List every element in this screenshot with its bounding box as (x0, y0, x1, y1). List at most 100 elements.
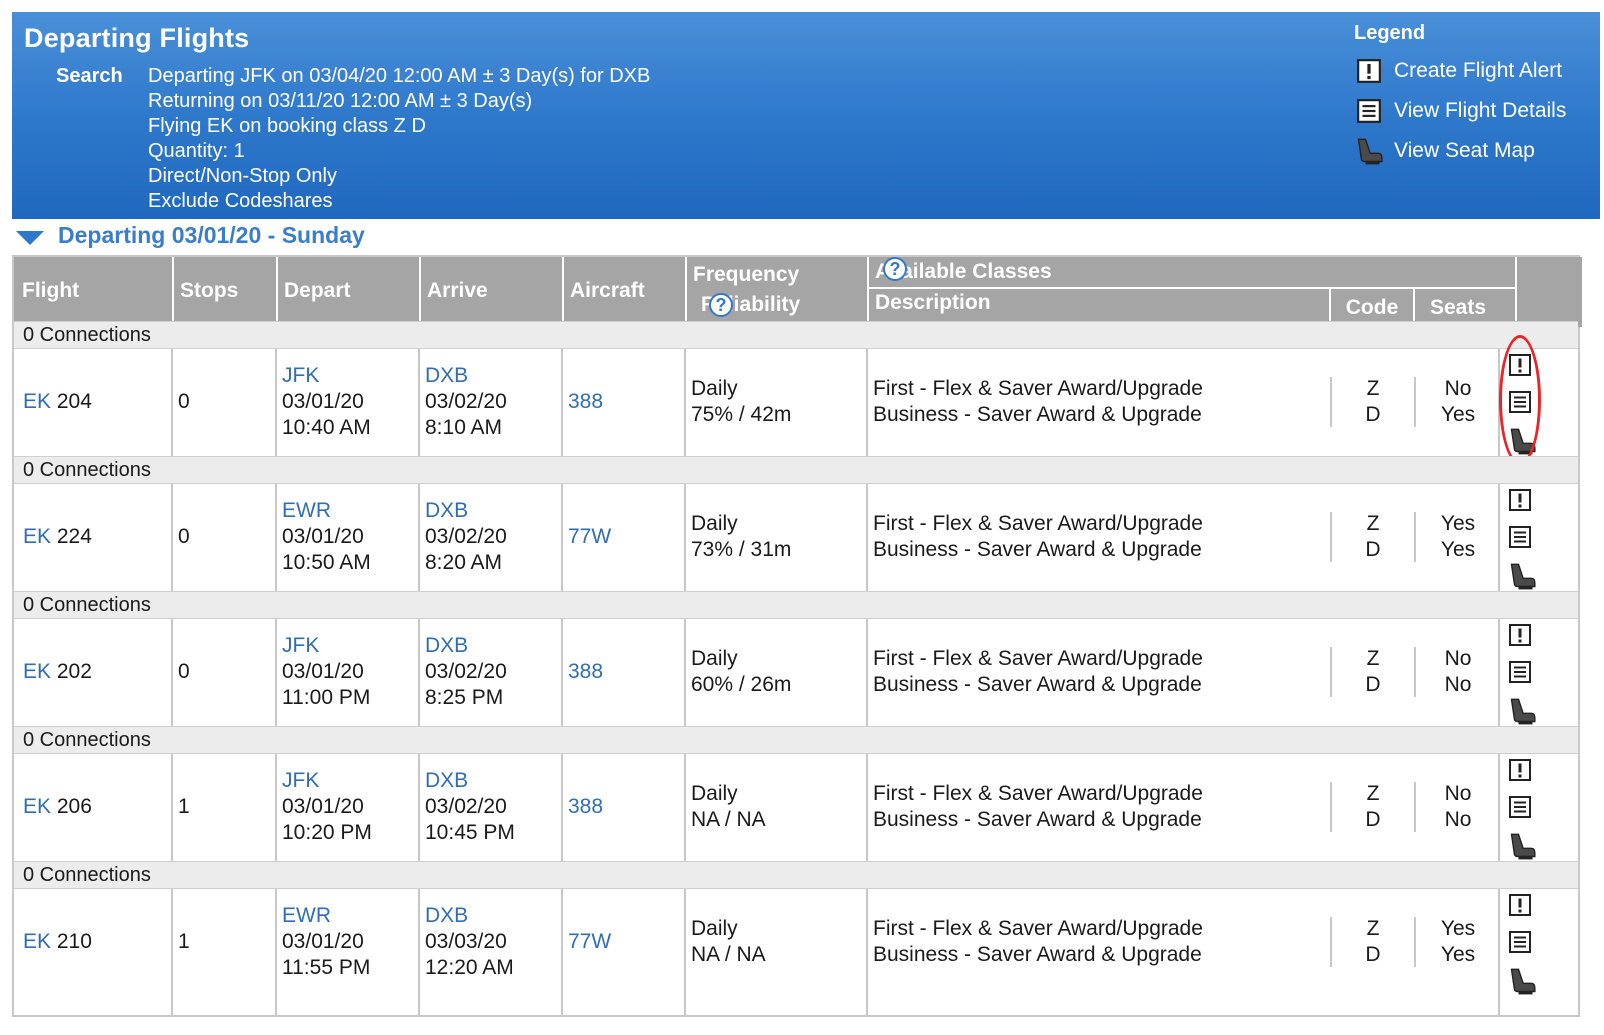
class-description: First - Flex & Saver Award/Upgrade Busin… (873, 782, 1203, 831)
search-line: Exclude Codeshares (148, 190, 333, 212)
depart-cell: JFK 03/01/20 10:40 AM (282, 363, 371, 439)
search-line: Direct/Non-Stop Only (148, 165, 337, 187)
connections-row: 0 Connections (14, 321, 1578, 349)
depart-airport-link[interactable]: JFK (282, 363, 371, 389)
depart-cell: JFK 03/01/20 10:20 PM (282, 768, 372, 844)
class-codes: Z D (1365, 782, 1381, 831)
seat-map-icon[interactable] (1508, 697, 1536, 725)
arrive-airport-link[interactable]: DXB (425, 363, 507, 389)
create-alert-icon[interactable] (1508, 623, 1532, 647)
flight-number: EK 204 (23, 390, 92, 413)
arrive-airport-link[interactable]: DXB (425, 633, 507, 659)
connections-label: 0 Connections (23, 459, 151, 481)
aircraft-link[interactable]: 77W (568, 524, 611, 550)
connections-label: 0 Connections (23, 864, 151, 886)
airline-link[interactable]: EK (23, 390, 51, 413)
depart-airport-link[interactable]: EWR (282, 903, 370, 929)
arrive-airport-link[interactable]: DXB (425, 498, 507, 524)
search-line: Quantity: 1 (148, 140, 245, 162)
stops-value: 1 (178, 930, 190, 953)
flight-number: EK 224 (23, 525, 92, 548)
depart-cell: EWR 03/01/20 11:55 PM (282, 903, 371, 979)
page-title: Departing Flights (24, 23, 250, 53)
class-description: First - Flex & Saver Award/Upgrade Busin… (873, 917, 1203, 966)
class-description: First - Flex & Saver Award/Upgrade Busin… (873, 377, 1203, 426)
depart-airport-link[interactable]: JFK (282, 768, 372, 794)
reliability-help-icon[interactable]: ? (709, 293, 733, 317)
arrive-cell: DXB 03/02/20 8:20 AM (425, 498, 507, 574)
depart-cell: EWR 03/01/20 10:50 AM (282, 498, 371, 574)
highlight-circle (1499, 335, 1541, 465)
row-actions (1508, 488, 1536, 590)
flight-details-icon[interactable] (1508, 795, 1532, 819)
flight-details-icon[interactable] (1508, 930, 1532, 954)
classes-help-icon[interactable]: ? (883, 257, 907, 281)
frequency-cell: Daily NA / NA (691, 917, 766, 966)
seat-map-icon[interactable] (1508, 967, 1536, 995)
search-criteria: Departing JFK on 03/04/20 12:00 AM ± 3 D… (148, 64, 650, 214)
arrive-cell: DXB 03/02/20 8:10 AM (425, 363, 507, 439)
table-row: EK 202 0 JFK 03/01/20 11:00 PM DXB 03/02… (14, 619, 1578, 726)
airline-link[interactable]: EK (23, 660, 51, 683)
class-description: First - Flex & Saver Award/Upgrade Busin… (873, 512, 1203, 561)
airline-link[interactable]: EK (23, 795, 51, 818)
class-description: First - Flex & Saver Award/Upgrade Busin… (873, 647, 1203, 696)
aircraft-link[interactable]: 388 (568, 659, 603, 685)
create-alert-icon[interactable] (1508, 758, 1532, 782)
class-codes: Z D (1365, 917, 1381, 966)
frequency-cell: Daily 73% / 31m (691, 512, 792, 561)
date-section-toggle[interactable]: Departing 03/01/20 - Sunday (16, 222, 365, 249)
col-stops: Stops (172, 257, 278, 327)
stops-value: 1 (178, 795, 190, 818)
depart-airport-link[interactable]: JFK (282, 633, 370, 659)
row-actions (1508, 893, 1536, 995)
connections-row: 0 Connections (14, 861, 1578, 889)
seat-icon (1354, 136, 1384, 166)
col-frequency-reliability: Frequency Reliability? (685, 257, 869, 327)
connections-label: 0 Connections (23, 594, 151, 616)
seat-availability: No No (1444, 782, 1472, 831)
col-arrive: Arrive (419, 257, 564, 327)
aircraft-link[interactable]: 388 (568, 794, 603, 820)
create-alert-icon[interactable] (1508, 488, 1532, 512)
flight-number: EK 210 (23, 930, 92, 953)
connections-label: 0 Connections (23, 729, 151, 751)
table-row: EK 224 0 EWR 03/01/20 10:50 AM DXB 03/02… (14, 484, 1578, 591)
aircraft-link[interactable]: 77W (568, 929, 611, 955)
col-flight: Flight (14, 257, 174, 327)
airline-link[interactable]: EK (23, 525, 51, 548)
table-header: Flight Stops Depart Arrive Aircraft Freq… (14, 257, 1582, 327)
seat-availability: No Yes (1440, 377, 1476, 426)
arrive-airport-link[interactable]: DXB (425, 903, 514, 929)
seat-map-icon[interactable] (1508, 562, 1536, 590)
search-line: Returning on 03/11/20 12:00 AM ± 3 Day(s… (148, 90, 533, 112)
search-label: Search (56, 65, 123, 87)
connections-label: 0 Connections (23, 324, 151, 346)
aircraft-link[interactable]: 388 (568, 389, 603, 415)
class-codes: Z D (1365, 647, 1381, 696)
search-header: Departing Flights Search Departing JFK o… (12, 12, 1600, 219)
flight-details-icon[interactable] (1508, 660, 1532, 684)
class-codes: Z D (1365, 377, 1381, 426)
seat-map-icon[interactable] (1508, 832, 1536, 860)
collapse-triangle-icon[interactable] (16, 230, 44, 245)
seat-availability: No No (1444, 647, 1472, 696)
depart-cell: JFK 03/01/20 11:00 PM (282, 633, 371, 709)
arrive-cell: DXB 03/02/20 10:45 PM (425, 768, 515, 844)
row-actions (1508, 758, 1536, 860)
alert-icon (1354, 56, 1384, 86)
legend-item-seat-map: View Seat Map (1354, 131, 1566, 171)
col-depart: Depart (276, 257, 421, 327)
details-icon (1354, 96, 1384, 126)
search-line: Flying EK on booking class Z D (148, 115, 426, 137)
legend: Legend Create Flight Alert View Flight D… (1354, 22, 1566, 171)
flight-details-icon[interactable] (1508, 525, 1532, 549)
arrive-cell: DXB 03/02/20 8:25 PM (425, 633, 507, 709)
create-alert-icon[interactable] (1508, 893, 1532, 917)
seat-availability: Yes Yes (1440, 512, 1476, 561)
arrive-airport-link[interactable]: DXB (425, 768, 515, 794)
frequency-cell: Daily NA / NA (691, 782, 766, 831)
table-row: EK 206 1 JFK 03/01/20 10:20 PM DXB 03/02… (14, 754, 1578, 861)
depart-airport-link[interactable]: EWR (282, 498, 371, 524)
airline-link[interactable]: EK (23, 930, 51, 953)
